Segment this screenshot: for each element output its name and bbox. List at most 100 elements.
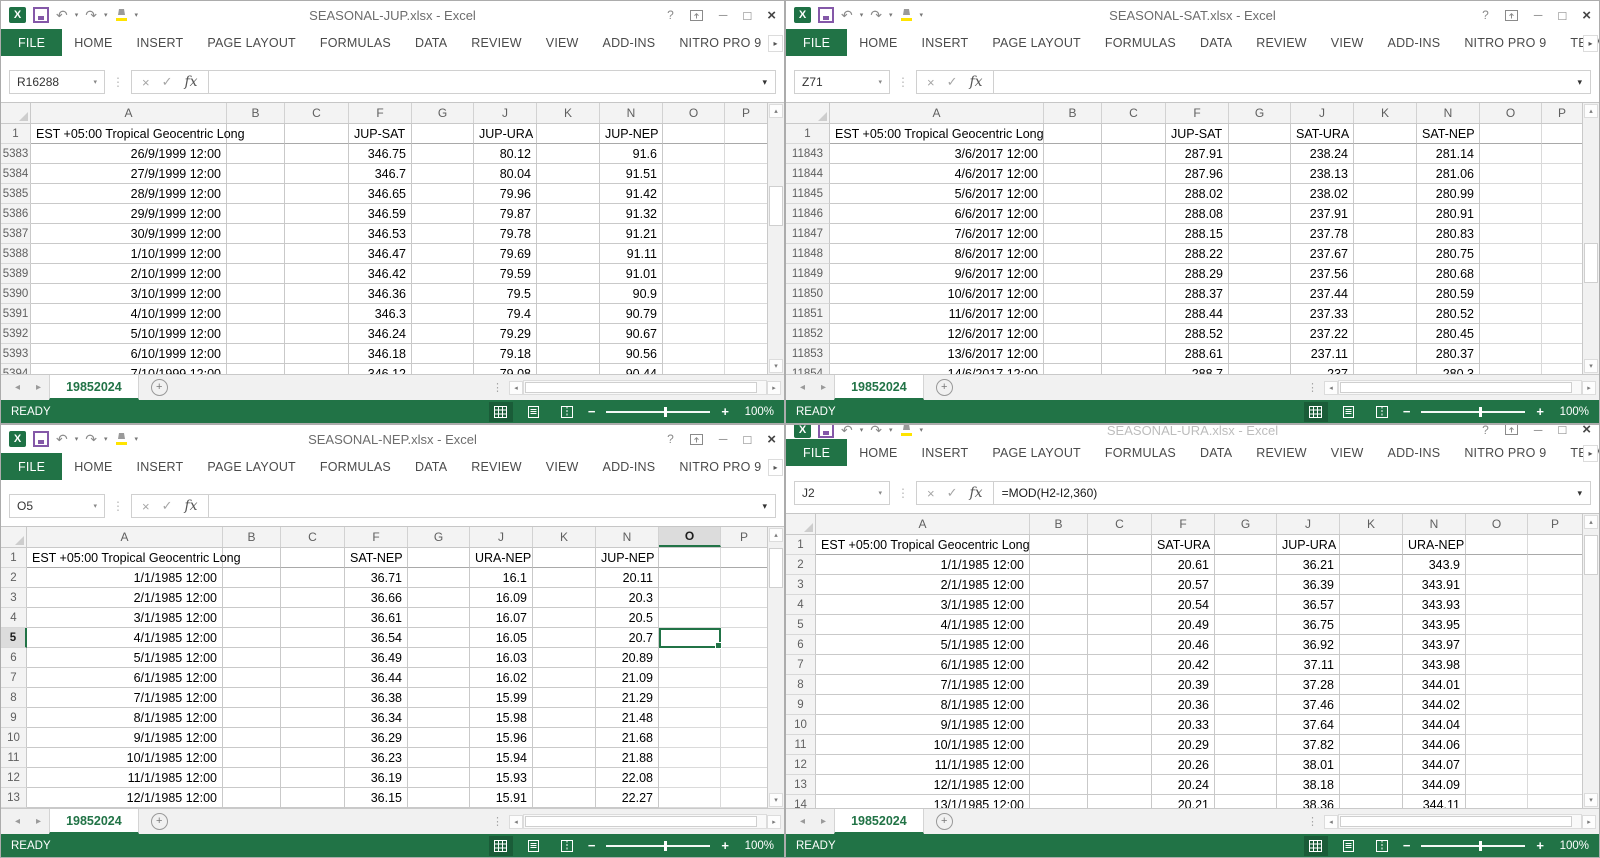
cell-a5[interactable]: 4/1/1985 12:00 (27, 628, 223, 648)
column-header-k[interactable]: K (1354, 103, 1417, 123)
horizontal-scrollbar[interactable]: ◂ ▸ (509, 814, 781, 829)
cell-p13[interactable] (1528, 775, 1582, 795)
cell-f8[interactable]: 20.39 (1152, 675, 1215, 695)
cell-f10[interactable]: 20.33 (1152, 715, 1215, 735)
cell-k5388[interactable] (537, 244, 600, 264)
formula-bar[interactable]: ▾ (207, 70, 776, 94)
sheet-nav-next-icon[interactable]: ▸ (813, 816, 834, 827)
cell-b11849[interactable] (1044, 264, 1102, 284)
cell-a11846[interactable]: 6/6/2017 12:00 (830, 204, 1044, 224)
cell-o5390[interactable] (663, 284, 725, 304)
cell-n11843[interactable]: 281.14 (1417, 144, 1480, 164)
cell-p11[interactable] (1528, 735, 1582, 755)
vscroll-down-icon[interactable]: ▾ (1584, 359, 1598, 373)
cell-c5383[interactable] (285, 144, 349, 164)
ribbon-tab-home[interactable]: HOME (847, 439, 909, 466)
cell-p11848[interactable] (1542, 244, 1582, 264)
cell-n8[interactable]: 344.01 (1403, 675, 1466, 695)
cell-n11844[interactable]: 281.06 (1417, 164, 1480, 184)
cell-o9[interactable] (1466, 695, 1528, 715)
cell-f9[interactable]: 20.36 (1152, 695, 1215, 715)
hscroll-thumb[interactable] (1340, 382, 1573, 393)
cell-n7[interactable]: 343.98 (1403, 655, 1466, 675)
cell-a9[interactable]: 8/1/1985 12:00 (816, 695, 1030, 715)
undo-icon[interactable]: ↶ (56, 432, 68, 446)
cell-f5393[interactable]: 346.18 (349, 344, 412, 364)
cell-c13[interactable] (281, 788, 345, 808)
zoom-slider-thumb[interactable] (1478, 406, 1482, 417)
cell-c7[interactable] (1088, 655, 1152, 675)
cancel-icon[interactable]: × (142, 499, 150, 514)
cell-g1[interactable] (412, 124, 474, 144)
cell-b3[interactable] (223, 588, 281, 608)
cell-a10[interactable]: 9/1/1985 12:00 (27, 728, 223, 748)
cell-j1[interactable]: JUP-URA (1277, 535, 1340, 555)
vscroll-track[interactable] (769, 119, 783, 358)
cell-c1[interactable] (281, 548, 345, 568)
help-icon[interactable]: ? (667, 8, 674, 22)
cell-j8[interactable]: 37.28 (1277, 675, 1340, 695)
cell-n9[interactable]: 344.02 (1403, 695, 1466, 715)
format-painter-icon[interactable] (900, 425, 913, 437)
column-header-c[interactable]: C (1088, 514, 1152, 534)
cell-f14[interactable]: 20.21 (1152, 795, 1215, 808)
row-header-11849[interactable]: 11849 (786, 264, 830, 284)
row-header-5383[interactable]: 5383 (1, 144, 31, 164)
cell-k5394[interactable] (537, 364, 600, 374)
cell-a5392[interactable]: 5/10/1999 12:00 (31, 324, 227, 344)
cell-c5391[interactable] (285, 304, 349, 324)
cell-c11848[interactable] (1102, 244, 1166, 264)
cell-a13[interactable]: 12/1/1985 12:00 (816, 775, 1030, 795)
cell-o8[interactable] (1466, 675, 1528, 695)
cell-k11851[interactable] (1354, 304, 1417, 324)
name-box-dropdown-icon[interactable]: ▾ (873, 489, 882, 497)
cell-a5393[interactable]: 6/10/1999 12:00 (31, 344, 227, 364)
cell-n5385[interactable]: 91.42 (600, 184, 663, 204)
row-header-5384[interactable]: 5384 (1, 164, 31, 184)
minimize-icon[interactable]: ─ (719, 432, 728, 446)
cell-o11843[interactable] (1480, 144, 1542, 164)
cell-a11843[interactable]: 3/6/2017 12:00 (830, 144, 1044, 164)
cell-g3[interactable] (1215, 575, 1277, 595)
cell-j6[interactable]: 16.03 (470, 648, 533, 668)
ribbon-overflow-icon[interactable]: ▸ (768, 459, 783, 476)
cell-o1[interactable] (1480, 124, 1542, 144)
cell-p5392[interactable] (725, 324, 767, 344)
cell-g13[interactable] (408, 788, 470, 808)
cell-o9[interactable] (659, 708, 721, 728)
cell-n5383[interactable]: 91.6 (600, 144, 663, 164)
cell-p7[interactable] (721, 668, 767, 688)
cell-f11852[interactable]: 288.52 (1166, 324, 1229, 344)
cell-n5389[interactable]: 91.01 (600, 264, 663, 284)
cell-j11851[interactable]: 237.33 (1291, 304, 1354, 324)
cell-j11848[interactable]: 237.67 (1291, 244, 1354, 264)
cell-f9[interactable]: 36.34 (345, 708, 408, 728)
cell-c11845[interactable] (1102, 184, 1166, 204)
row-header-9[interactable]: 9 (786, 695, 816, 715)
cell-g4[interactable] (1215, 595, 1277, 615)
vscroll-up-icon[interactable]: ▴ (1584, 515, 1598, 529)
column-header-n[interactable]: N (596, 527, 659, 547)
cell-n10[interactable]: 21.68 (596, 728, 659, 748)
cell-k13[interactable] (1340, 775, 1403, 795)
row-header-12[interactable]: 12 (1, 768, 27, 788)
cell-c6[interactable] (281, 648, 345, 668)
redo-icon[interactable]: ↷ (85, 432, 97, 446)
hscroll-track[interactable] (523, 814, 767, 829)
cell-p1[interactable] (1542, 124, 1582, 144)
cell-n11847[interactable]: 280.83 (1417, 224, 1480, 244)
cell-o10[interactable] (1466, 715, 1528, 735)
cell-c10[interactable] (1088, 715, 1152, 735)
cell-o1[interactable] (663, 124, 725, 144)
cell-n11854[interactable]: 280.3 (1417, 364, 1480, 374)
cell-k11849[interactable] (1354, 264, 1417, 284)
cell-k5387[interactable] (537, 224, 600, 244)
cell-a9[interactable]: 8/1/1985 12:00 (27, 708, 223, 728)
cell-c11853[interactable] (1102, 344, 1166, 364)
row-header-6[interactable]: 6 (1, 648, 27, 668)
minimize-icon[interactable]: ─ (1534, 8, 1543, 22)
zoom-level[interactable]: 100% (1553, 840, 1589, 852)
ribbon-tab-view[interactable]: VIEW (534, 29, 591, 56)
cell-b11848[interactable] (1044, 244, 1102, 264)
cell-f11846[interactable]: 288.08 (1166, 204, 1229, 224)
